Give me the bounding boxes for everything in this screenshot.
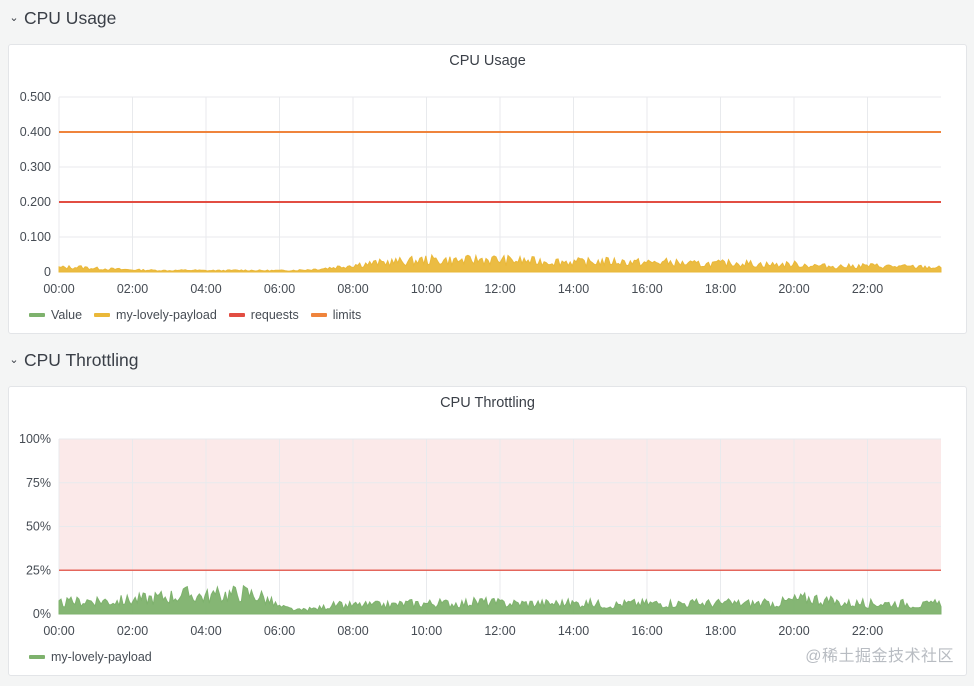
x-tick-label: 22:00 [852, 282, 883, 296]
legend: my-lovely-payload [29, 650, 152, 664]
panel-cpu-throttling: CPU Throttling 0% 25% 50% 75% 100% 00:00 02:00… [8, 386, 967, 676]
y-tick-label: 0.500 [20, 90, 51, 104]
legend-swatch [29, 655, 45, 659]
y-tick-label: 50% [26, 520, 51, 534]
x-tick-label: 10:00 [411, 624, 442, 638]
legend-swatch [228, 313, 245, 317]
x-tick-label: 02:00 [117, 624, 148, 638]
x-tick-label: 04:00 [190, 624, 221, 638]
x-tick-label: 08:00 [337, 282, 368, 296]
legend-swatch [29, 313, 45, 317]
y-tick-label: 0.400 [20, 125, 51, 139]
x-tick-label: 20:00 [778, 282, 809, 296]
y-tick-label: 100% [19, 432, 51, 446]
y-tick-label: 0.200 [20, 195, 51, 209]
x-tick-label: 10:00 [411, 282, 442, 296]
legend-label: my-lovely-payload [51, 650, 152, 664]
row-title: CPU Usage [24, 7, 117, 28]
x-tick-label: 18:00 [705, 624, 736, 638]
x-tick-label: 08:00 [337, 624, 368, 638]
legend-label: Value [51, 308, 83, 322]
x-tick-label: 06:00 [264, 624, 295, 638]
legend-item-payload[interactable]: my-lovely-payload [29, 650, 152, 664]
legend-swatch [94, 313, 111, 317]
row-header-cpu-throttling[interactable]: ⌄ CPU Throttling [8, 348, 138, 372]
x-tick-label: 02:00 [117, 282, 148, 296]
x-tick-label: 12:00 [484, 282, 515, 296]
x-tick-label: 16:00 [631, 282, 662, 296]
x-tick-label: 20:00 [778, 624, 809, 638]
chart-cpu-throttling: 0% 25% 50% 75% 100% 00:00 02:00 04:00 06:00 08:00… [19, 432, 942, 638]
x-tick-label: 14:00 [558, 624, 589, 638]
chevron-down-icon: ⌄ [9, 353, 19, 366]
y-tick-label: 75% [26, 476, 51, 490]
y-tick-label: 0 [44, 265, 51, 279]
x-tick-label: 00:00 [43, 282, 74, 296]
x-tick-label: 04:00 [190, 282, 221, 296]
legend-item-requests[interactable]: requests [228, 308, 299, 322]
chart-cpu-usage: 0 0.100 0.200 0.300 0.400 0.500 00:00 02:00 04:0… [20, 90, 942, 296]
watermark: @稀土掘金技术社区 [805, 648, 954, 665]
panel-cpu-usage: CPU Usage 0 0.100 0.200 0.300 0.400 0.500 00:0… [8, 44, 967, 334]
x-tick-label: 18:00 [705, 282, 736, 296]
y-tick-label: 25% [26, 563, 51, 577]
x-tick-label: 00:00 [43, 624, 74, 638]
row-title: CPU Throttling [24, 349, 139, 370]
y-tick-label: 0% [33, 607, 51, 621]
legend-item-payload[interactable]: my-lovely-payload [94, 308, 217, 322]
x-tick-label: 22:00 [852, 624, 883, 638]
row-header-cpu-usage[interactable]: ⌄ CPU Usage [8, 6, 116, 30]
legend-label: limits [332, 308, 362, 322]
y-tick-label: 0.300 [20, 160, 51, 174]
x-tick-label: 14:00 [558, 282, 589, 296]
y-tick-label: 0.100 [20, 230, 51, 244]
x-tick-label: 16:00 [631, 624, 662, 638]
legend-label: requests [250, 308, 299, 322]
legend-item-value[interactable]: Value [29, 308, 82, 322]
x-tick-label: 12:00 [484, 624, 515, 638]
legend-item-limits[interactable]: limits [310, 308, 362, 322]
legend: Value my-lovely-payload requests limits [29, 308, 361, 322]
legend-label: my-lovely-payload [116, 308, 217, 322]
chevron-down-icon: ⌄ [9, 11, 19, 24]
legend-swatch [310, 313, 327, 317]
x-tick-label: 06:00 [264, 282, 295, 296]
